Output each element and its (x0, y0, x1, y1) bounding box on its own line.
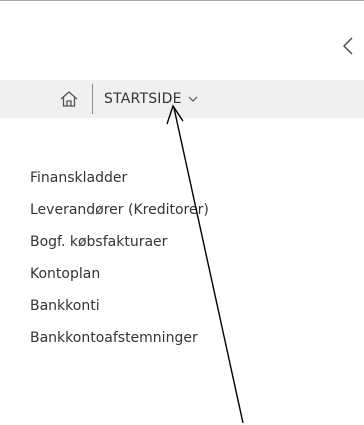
menu-item-bogf-kobsfakturaer[interactable]: Bogf. købsfakturaer (30, 226, 209, 258)
nav-divider (92, 84, 93, 114)
home-button[interactable] (49, 80, 89, 118)
navigation-bar: STARTSIDE (0, 80, 364, 118)
navigation-menu: Finanskladder Leverandører (Kreditorer) … (30, 162, 209, 354)
startside-dropdown[interactable]: STARTSIDE (104, 80, 198, 118)
menu-item-finanskladder[interactable]: Finanskladder (30, 162, 209, 194)
home-icon (60, 91, 78, 107)
collapse-button[interactable] (338, 32, 358, 60)
chevron-left-icon (343, 37, 353, 55)
menu-item-bankkontoafstemninger[interactable]: Bankkontoafstemninger (30, 322, 209, 354)
menu-item-leverandorer[interactable]: Leverandører (Kreditorer) (30, 194, 209, 226)
menu-item-kontoplan[interactable]: Kontoplan (30, 258, 209, 290)
chevron-down-icon (188, 96, 198, 102)
menu-item-bankkonti[interactable]: Bankkonti (30, 290, 209, 322)
top-divider (0, 0, 364, 1)
startside-label: STARTSIDE (104, 91, 182, 107)
